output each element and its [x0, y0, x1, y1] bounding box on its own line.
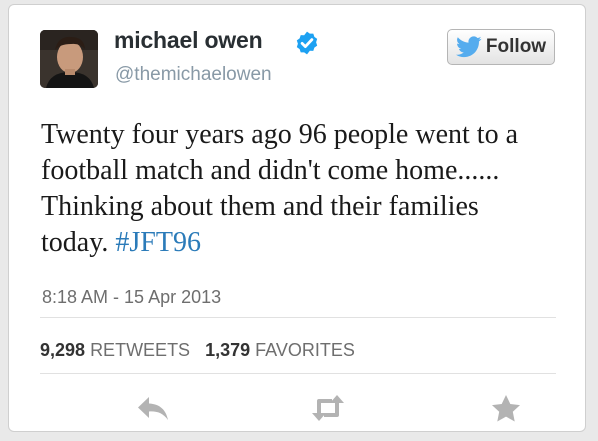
tweet-text: Twenty four years ago 96 people went to …: [41, 117, 551, 261]
divider: [40, 317, 556, 318]
user-avatar[interactable]: [40, 30, 98, 88]
reply-icon[interactable]: [136, 393, 172, 423]
verified-badge-icon: [296, 31, 318, 55]
tweet-body: Twenty four years ago 96 people went to …: [41, 119, 518, 258]
hashtag-link[interactable]: #JFT96: [115, 227, 201, 258]
avatar-photo: [40, 30, 98, 88]
tweet-card: michael owen @themichaelowen Follow Twen…: [8, 4, 586, 432]
follow-button-label: Follow: [485, 36, 547, 57]
star-icon[interactable]: [490, 393, 522, 425]
tweet-stats: 9,298 RETWEETS 1,379 FAVORITES: [40, 340, 365, 361]
display-name[interactable]: michael owen: [114, 27, 263, 54]
twitter-bird-icon: [455, 36, 482, 58]
favorites-label[interactable]: FAVORITES: [255, 340, 355, 360]
divider: [40, 373, 556, 374]
retweets-count[interactable]: 9,298: [40, 340, 85, 360]
favorites-count[interactable]: 1,379: [205, 340, 250, 360]
follow-button[interactable]: Follow: [447, 29, 555, 65]
user-handle[interactable]: @themichaelowen: [115, 64, 272, 86]
retweet-icon[interactable]: [310, 393, 346, 423]
retweets-label[interactable]: RETWEETS: [90, 340, 190, 360]
tweet-timestamp[interactable]: 8:18 AM - 15 Apr 2013: [42, 287, 221, 308]
